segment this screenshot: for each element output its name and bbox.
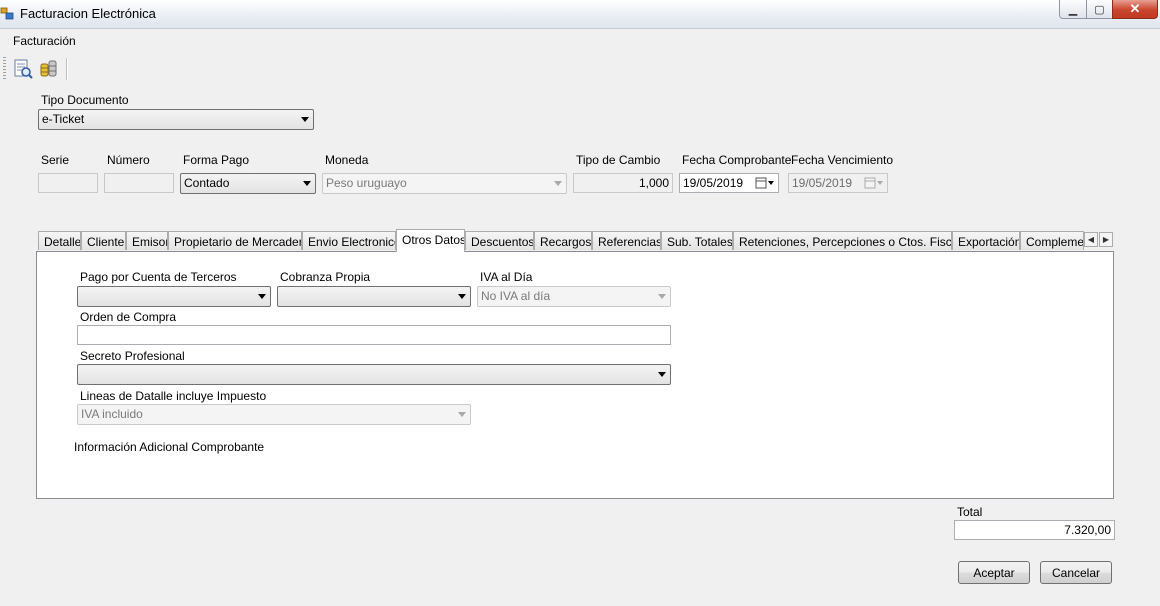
close-button[interactable]: ✕ <box>1112 0 1158 19</box>
moneda-select[interactable]: Peso uruguayo <box>322 173 567 194</box>
chevron-right-icon: ▶ <box>1102 235 1110 244</box>
tab-descuentos[interactable]: Descuentos <box>465 231 534 250</box>
chevron-down-icon <box>301 117 309 122</box>
pago-cuenta-terceros-select[interactable] <box>77 286 271 307</box>
lineas-detalle-value: IVA incluido <box>81 407 143 421</box>
tipo-cambio-field[interactable]: 1,000 <box>573 173 673 193</box>
info-adicional-label: Información Adicional Comprobante <box>74 440 265 454</box>
app-icon <box>0 7 14 20</box>
secreto-profesional-label: Secreto Profesional <box>80 349 185 363</box>
forma-pago-select[interactable]: Contado <box>180 173 316 194</box>
tipo-documento-select[interactable]: e-Ticket <box>38 109 314 130</box>
tab-scroll-left-button[interactable]: ◀ <box>1084 232 1098 247</box>
chevron-down-icon <box>458 412 466 417</box>
tab-recargos[interactable]: Recargos <box>534 231 592 250</box>
serie-label: Serie <box>41 153 70 167</box>
tab-detalle[interactable]: Detalle <box>38 231 81 250</box>
chevron-down-icon <box>658 294 666 299</box>
tab-retenciones[interactable]: Retenciones, Percepciones o Ctos. Fiscal… <box>733 231 952 250</box>
tab-scroll-right-button[interactable]: ▶ <box>1099 232 1113 247</box>
iva-al-dia-label: IVA al Día <box>480 270 533 284</box>
menu-item-facturacion[interactable]: Facturación <box>13 34 76 48</box>
chevron-down-icon <box>458 294 466 299</box>
fecha-comprobante-label: Fecha Comprobante <box>682 153 792 167</box>
numero-field[interactable] <box>104 173 174 193</box>
fecha-vencimiento-picker[interactable]: 19/05/2019 <box>788 173 888 193</box>
tab-emisor[interactable]: Emisor <box>126 231 168 250</box>
lineas-detalle-select[interactable]: IVA incluido <box>77 404 471 425</box>
chevron-down-icon <box>554 181 562 186</box>
tab-envio-electronico[interactable]: Envio Electronico <box>302 231 396 250</box>
minimize-icon: ▁ <box>1068 3 1078 16</box>
fecha-comprobante-picker[interactable]: 19/05/2019 <box>679 173 779 193</box>
document-preview-icon[interactable] <box>12 58 34 80</box>
tab-propietario-mercaderia[interactable]: Propietario de Mercadería <box>168 231 302 250</box>
fecha-vencimiento-value: 19/05/2019 <box>792 176 853 190</box>
title-bar <box>0 0 1160 29</box>
moneda-label: Moneda <box>325 153 369 167</box>
minimize-button[interactable]: ▁ <box>1059 0 1087 19</box>
fecha-vencimiento-label: Fecha Vencimiento <box>791 153 894 167</box>
tipo-documento-value: e-Ticket <box>42 112 85 126</box>
numero-label: Número <box>107 153 150 167</box>
maximize-icon: ▢ <box>1094 3 1105 16</box>
tab-sub-totales[interactable]: Sub. Totales <box>661 231 733 250</box>
maximize-button[interactable]: ▢ <box>1086 0 1113 19</box>
chevron-down-icon <box>658 372 666 377</box>
total-field[interactable]: 7.320,00 <box>954 520 1115 540</box>
close-icon: ✕ <box>1129 1 1141 16</box>
toolbar-separator <box>66 58 68 80</box>
chevron-down-icon <box>303 181 311 186</box>
tab-referencias[interactable]: Referencias <box>592 231 661 250</box>
chevron-left-icon: ◀ <box>1087 235 1095 244</box>
moneda-value: Peso uruguayo <box>326 176 407 190</box>
toolbar-grip[interactable] <box>3 57 6 79</box>
window-title: Facturacion Electrónica <box>20 6 156 21</box>
pago-cuenta-terceros-label: Pago por Cuenta de Terceros <box>80 270 237 284</box>
calendar-icon <box>864 177 883 189</box>
fecha-comprobante-value: 19/05/2019 <box>683 176 744 190</box>
chevron-down-icon <box>258 294 266 299</box>
iva-al-dia-value: No IVA al día <box>481 289 551 303</box>
secreto-profesional-select[interactable] <box>77 364 671 385</box>
tab-complementos[interactable]: Complementos <box>1020 231 1084 250</box>
coins-icon[interactable] <box>38 58 60 80</box>
cobranza-propia-label: Cobranza Propia <box>280 270 371 284</box>
orden-compra-label: Orden de Compra <box>80 310 177 324</box>
tipo-cambio-label: Tipo de Cambio <box>576 153 661 167</box>
tipo-documento-label: Tipo Documento <box>41 93 129 107</box>
lineas-detalle-label: Lineas de Datalle incluye Impuesto <box>80 389 267 403</box>
orden-compra-input[interactable] <box>77 325 671 345</box>
aceptar-button[interactable]: Aceptar <box>958 561 1030 584</box>
total-label: Total <box>957 505 983 519</box>
tab-otros-datos[interactable]: Otros Datos <box>396 229 465 252</box>
forma-pago-label: Forma Pago <box>183 153 250 167</box>
iva-al-dia-select[interactable]: No IVA al día <box>477 286 671 307</box>
cancelar-button[interactable]: Cancelar <box>1040 561 1112 584</box>
calendar-icon[interactable] <box>755 177 775 190</box>
forma-pago-value: Contado <box>184 176 230 190</box>
tab-exportacion[interactable]: Exportación <box>952 231 1020 250</box>
tab-cliente[interactable]: Cliente <box>81 231 126 250</box>
cobranza-propia-select[interactable] <box>277 286 471 307</box>
serie-field[interactable] <box>38 173 98 193</box>
